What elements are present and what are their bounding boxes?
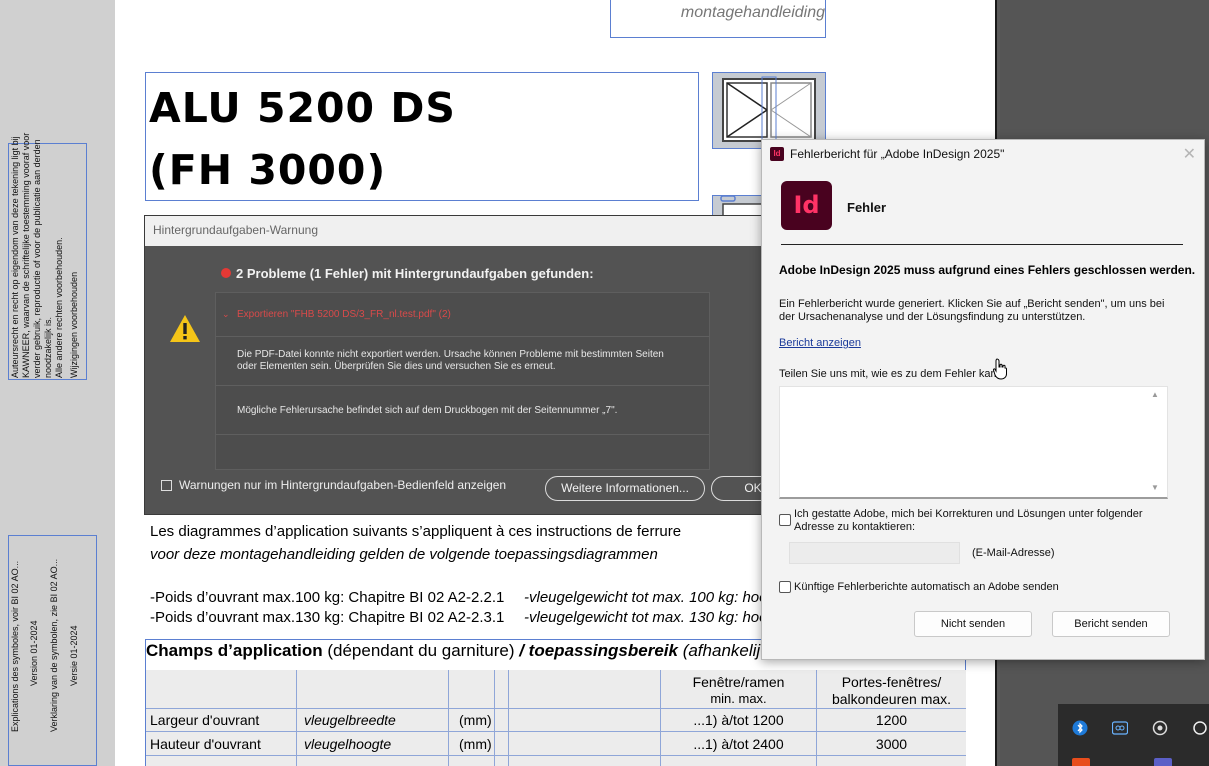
table-row-label-fr: Largeur d'ouvrant [150, 712, 260, 728]
side-legend-frame: Explications des symboles, voir BI 02 AO… [8, 535, 97, 766]
crash-description-line-1: Ein Fehlerbericht wurde generiert. Klick… [779, 298, 1165, 310]
weight-line-fr-1: -Poids d’ouvrant max.100 kg: Chapitre BI… [150, 589, 505, 606]
circle-icon[interactable] [1192, 720, 1208, 736]
divider [781, 244, 1183, 245]
side-legend-line: Explications des symboles, voir BI 02 AO… [10, 560, 20, 732]
document-title: ALU 5200 DS (FH 3000) [149, 77, 456, 201]
crash-description: Ein Fehlerbericht wurde generiert. Klick… [779, 298, 1164, 324]
body-text-nl: voor deze montagehandleiding gelden de v… [150, 546, 658, 563]
teams-icon[interactable] [1154, 758, 1172, 766]
email-input[interactable] [789, 542, 960, 564]
weight-line-nl-2: -vleugelgewicht tot max. 130 kg: hoo [524, 609, 768, 626]
crash-dialog-titlebar[interactable]: Id Fehlerbericht für „Adobe InDesign 202… [762, 140, 1204, 170]
table-row-doors: 3000 [875, 736, 908, 752]
table-row-range: ...1) à/tot 1200 [693, 712, 784, 728]
crash-main-message: Adobe InDesign 2025 muss aufgrund eines … [779, 263, 1196, 277]
table-row-unit: (mm) [459, 736, 492, 752]
show-warnings-only-in-panel-label[interactable]: Warnungen nur im Hintergrundaufgaben-Bed… [179, 478, 506, 492]
error-indicator-dot [221, 268, 231, 278]
table-title-bold: Champs d’application [146, 641, 323, 660]
indesign-app-icon: Id [770, 147, 784, 161]
creative-cloud-icon[interactable] [1111, 720, 1129, 736]
side-text-frame: Auteursrecht en recht op eigendom van de… [8, 133, 87, 380]
side-text-line: Alle andere rechten voorbehouden. [54, 237, 64, 378]
comment-textarea[interactable] [779, 386, 1168, 499]
window-diagram-icon [722, 76, 816, 142]
auto-send-checkbox[interactable] [779, 581, 791, 593]
crash-report-dialog[interactable]: Id Fehlerbericht für „Adobe InDesign 202… [761, 139, 1205, 660]
table-title: Champs d’application (dépendant du garni… [146, 641, 760, 661]
network-icon[interactable] [1152, 720, 1168, 736]
table-row-doors: 1200 [875, 712, 908, 728]
side-legend-line: Versie 01-2024 [69, 625, 79, 686]
contact-permission-label[interactable]: Ich gestatte Adobe, mich bei Korrekturen… [794, 508, 1143, 534]
col-header-doors: Portes-fenêtres/ [841, 674, 942, 690]
background-tasks-warning-dialog[interactable]: Hintergrundaufgaben-Warnung 2 Probleme (… [144, 215, 795, 515]
window-diagram-image[interactable] [712, 72, 826, 149]
html5-icon[interactable] [1072, 758, 1090, 766]
table-row-label-nl: vleugelhoogte [304, 736, 392, 752]
title-text-frame[interactable]: ALU 5200 DS (FH 3000) [145, 72, 699, 201]
problem-list[interactable]: ⌄ Exportieren "FHB 5200 DS/3_FR_nl.test.… [215, 292, 710, 470]
side-text-line: Auteursrecht en recht op eigendom van de… [10, 136, 20, 378]
warning-dialog-titlebar[interactable]: Hintergrundaufgaben-Warnung [145, 216, 763, 246]
table-row-unit: (mm) [459, 712, 492, 728]
crash-heading: Fehler [847, 200, 887, 215]
side-text-line: KAWNEER, waarvan de schriftelijke toeste… [21, 132, 31, 378]
problem-description-line-1: Die PDF-Datei konnte nicht exportiert we… [237, 349, 664, 360]
body-text-fr: Les diagrammes d’application suivants s’… [150, 523, 682, 540]
problem-cause-text: Mögliche Fehlerursache befindet sich auf… [237, 405, 618, 416]
title-line-2: (FH 3000) [149, 146, 387, 194]
system-tray [1058, 704, 1209, 766]
dont-send-button[interactable]: Nicht senden [914, 611, 1032, 637]
crash-dialog-title: Fehlerbericht für „Adobe InDesign 2025" [790, 147, 1005, 161]
table-title-bold-italic: / toepassingsbereik [519, 641, 678, 660]
bluetooth-icon[interactable] [1072, 720, 1088, 736]
warning-heading: 2 Probleme (1 Fehler) mit Hintergrundauf… [236, 266, 594, 281]
col-header-windows-minmax: min. max. [710, 691, 767, 706]
crash-description-line-2: der Ursachenanalyse und der Lösungsfindu… [779, 311, 1086, 323]
comment-label: Teilen Sie uns mit, wie es zu dem Fehler… [779, 368, 1003, 380]
side-text-line: Wijzigingen voorbehouden [69, 271, 79, 378]
warning-dialog-title: Hintergrundaufgaben-Warnung [153, 223, 318, 237]
problem-description-line-2: oder Elementen sein. Überprüfen Sie dies… [237, 361, 556, 372]
header-text-frame[interactable]: montagehandleiding [610, 0, 826, 38]
contact-permission-checkbox[interactable] [779, 514, 791, 526]
contact-permission-line-1: Ich gestatte Adobe, mich bei Korrekturen… [794, 508, 1143, 520]
warning-triangle-icon [170, 315, 200, 342]
contact-permission-line-2: Adresse zu kontaktieren: [794, 521, 916, 533]
email-label: (E-Mail-Adresse) [972, 547, 1055, 559]
weight-line-fr-2: -Poids d’ouvrant max.130 kg: Chapitre BI… [150, 609, 505, 626]
more-info-button[interactable]: Weitere Informationen... [545, 476, 705, 501]
problem-item-title[interactable]: Exportieren "FHB 5200 DS/3_FR_nl.test.pd… [237, 309, 451, 320]
send-report-button[interactable]: Bericht senden [1052, 611, 1170, 637]
indesign-logo-icon: Id [781, 181, 832, 230]
hand-cursor-icon [993, 358, 1007, 380]
auto-send-label[interactable]: Künftige Fehlerberichte automatisch an A… [794, 581, 1059, 594]
title-line-1: ALU 5200 DS [149, 84, 456, 132]
table-title-italic: (afhankelij [677, 641, 761, 660]
weight-line-nl-1: -vleugelgewicht tot max. 100 kg: hoo [524, 589, 768, 606]
side-legend-line: Version 01-2024 [29, 620, 39, 686]
side-legend-line: Verklaring van de symbolen, zie BI 02 AO… [49, 558, 59, 732]
application-table: Fenêtre/ramen min. max. Portes-fenêtres/… [146, 670, 966, 766]
close-icon[interactable]: ✕ [1183, 144, 1196, 164]
header-text: montagehandleiding [680, 4, 825, 21]
table-title-normal: (dépendant du garniture) [322, 641, 520, 660]
pasteboard-left: Auteursrecht en recht op eigendom van de… [0, 0, 115, 766]
scroll-up-icon[interactable]: ▲ [1151, 390, 1200, 399]
table-row-label-nl: vleugelbreedte [304, 712, 396, 728]
table-row-label-fr: Hauteur d'ouvrant [150, 736, 261, 752]
chevron-down-icon[interactable]: ⌄ [222, 309, 230, 320]
side-text-line: verder gebruik, reproductie of voor de p… [32, 139, 42, 378]
view-report-link[interactable]: Bericht anzeigen [779, 337, 861, 349]
col-header-windows: Fenêtre/ramen [692, 674, 785, 690]
show-warnings-only-in-panel-checkbox[interactable] [161, 480, 172, 491]
table-row-range: ...1) à/tot 2400 [693, 736, 784, 752]
side-text-line: noodzakelijk is. [43, 316, 53, 378]
col-header-doors-max: balkondeuren max. [831, 691, 952, 707]
